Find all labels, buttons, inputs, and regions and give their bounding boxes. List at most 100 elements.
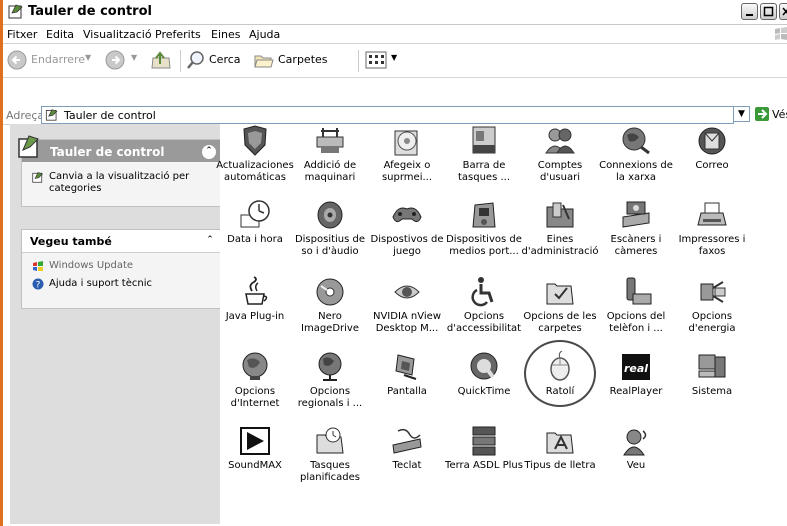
item-game-controllers[interactable]: Dispostivos de juego	[369, 199, 445, 263]
folders-icon	[254, 55, 274, 68]
go-label[interactable]: Vés	[772, 108, 787, 121]
back-dropdown-icon[interactable]: ▼	[85, 53, 91, 62]
item-display[interactable]: Pantalla	[369, 351, 445, 415]
see-also-panel-header[interactable]: Vegeu també ⌃	[22, 230, 223, 253]
item-speech[interactable]: Veu	[598, 425, 674, 489]
forward-dropdown-icon[interactable]: ▼	[131, 53, 137, 62]
views-button[interactable]: ▼	[365, 50, 401, 69]
accessibility-icon	[471, 277, 494, 307]
item-power-options[interactable]: Opcions d'energia	[674, 276, 750, 340]
item-quicktime[interactable]: QuickTime	[446, 351, 522, 415]
admin-tools-icon	[546, 202, 574, 228]
search-button[interactable]: Cerca	[186, 50, 246, 69]
folders-button[interactable]: Carpetes	[253, 50, 331, 68]
scanner-icon	[622, 201, 650, 228]
item-realplayer[interactable]: real RealPlayer	[598, 351, 674, 415]
printer-icon	[697, 202, 727, 226]
network-globe-icon	[622, 127, 650, 155]
control-panel-panel-title: Tauler de control	[50, 145, 165, 159]
item-add-remove-programs[interactable]: Afegeix o suprmei...	[369, 125, 445, 189]
nvidia-icon	[394, 285, 420, 299]
window-title: Tauler de control	[28, 4, 152, 19]
menu-edita[interactable]: Edita	[46, 28, 74, 41]
power-icon	[700, 281, 726, 303]
forward-button[interactable]: ▼	[105, 50, 143, 70]
item-automatic-updates[interactable]: Actualizaciones automáticas	[216, 125, 294, 189]
item-phone-modem-options[interactable]: Opcions del telèfon i ...	[598, 276, 674, 340]
item-fonts[interactable]: Tipus de lletra	[522, 425, 598, 489]
windows-update-icon	[33, 261, 43, 271]
speaker-icon	[317, 201, 343, 229]
menu-visualitzacio[interactable]: Visualització	[83, 28, 152, 41]
up-folder-icon[interactable]	[150, 50, 172, 72]
help-and-support-link[interactable]: ? Ajuda i suport tècnic	[32, 278, 217, 292]
users-icon	[545, 128, 575, 154]
windows-update-link[interactable]: Windows Update	[32, 260, 217, 274]
maximize-button[interactable]	[760, 3, 777, 20]
cd-box-icon	[394, 130, 418, 156]
close-icon	[782, 7, 787, 16]
item-printers-faxes[interactable]: Impressores i faxos	[674, 199, 750, 263]
control-panel-small-icon	[32, 172, 44, 183]
display-icon	[395, 354, 417, 380]
item-administrative-tools[interactable]: Eines d'administració	[522, 199, 598, 263]
minimize-icon	[746, 14, 753, 16]
maximize-icon	[763, 6, 774, 17]
item-system[interactable]: Sistema	[674, 351, 750, 415]
menu-fitxer[interactable]: Fitxer	[7, 28, 37, 41]
see-also-panel: Vegeu també ⌃ Windows Update ? Ajuda i s…	[21, 229, 224, 309]
menu-ajuda[interactable]: Ajuda	[249, 28, 280, 41]
item-add-hardware[interactable]: Addició de maquinari	[292, 125, 368, 189]
menu-preferits[interactable]: Preferits	[155, 28, 201, 41]
views-grid-icon	[365, 51, 387, 69]
item-regional-options[interactable]: Opcions regionals i ...	[292, 351, 368, 415]
item-scheduled-tasks[interactable]: Tasques planificades	[292, 425, 368, 489]
item-scanners-cameras[interactable]: Escàners i càmeres	[598, 199, 674, 263]
minimize-button[interactable]	[741, 3, 758, 20]
mail-icon	[698, 127, 726, 155]
item-nvidia-nview[interactable]: NVIDIA nView Desktop M...	[369, 276, 445, 340]
switch-to-category-view-link[interactable]: Canvia a la visualització per categories	[32, 171, 217, 201]
address-input[interactable]: Tauler de control	[41, 106, 734, 124]
back-arrow-icon	[7, 50, 27, 70]
item-folder-options[interactable]: Opcions de les carpetes	[522, 276, 598, 340]
item-java-plugin[interactable]: Java Plug-in	[217, 276, 293, 340]
go-button[interactable]	[755, 107, 769, 121]
item-taskbar-start-menu[interactable]: Barra de tasques ...	[446, 125, 522, 189]
control-panel-icon	[8, 4, 23, 19]
speech-icon	[623, 429, 647, 456]
back-button[interactable]: Endarrere ▼	[7, 50, 95, 70]
item-date-time[interactable]: Data i hora	[217, 199, 293, 263]
item-portable-media-devices[interactable]: Dispositivos de medios port...	[446, 199, 522, 263]
go-arrow-icon	[758, 109, 768, 119]
views-dropdown-icon: ▼	[391, 53, 398, 62]
item-network-connections[interactable]: Connexions de la xarxa	[598, 125, 674, 189]
menu-bar: Fitxer Edita Visualització Preferits Ein…	[3, 25, 787, 44]
keyboard-icon	[392, 428, 422, 454]
java-icon	[245, 276, 268, 305]
item-sounds-audio[interactable]: Dispositius de so i d'àudio	[292, 199, 368, 263]
scheduled-tasks-icon	[316, 427, 344, 454]
item-user-accounts[interactable]: Comptes d'usuari	[522, 125, 598, 189]
item-keyboard[interactable]: Teclat	[369, 425, 445, 489]
item-mail[interactable]: Correo	[674, 125, 750, 189]
close-button[interactable]	[779, 3, 787, 20]
system-icon	[698, 354, 726, 378]
toolbar: Endarrere ▼ ▼ Cerca Carpetes ▼	[3, 44, 787, 78]
item-nero-imagedrive[interactable]: Nero ImageDrive	[292, 276, 368, 340]
item-accessibility-options[interactable]: Opcions d'accessibilitat	[446, 276, 522, 340]
item-soundmax[interactable]: SoundMAX	[217, 425, 293, 489]
collapse-chevron-icon[interactable]: ⌃	[201, 144, 217, 160]
menu-eines[interactable]: Eines	[211, 28, 240, 41]
terra-adsl-icon	[472, 426, 496, 456]
title-bar[interactable]: Tauler de control	[3, 0, 787, 25]
svg-text:?: ?	[36, 281, 41, 291]
item-terra-adsl-plus[interactable]: Terra ASDL Plus	[445, 425, 523, 489]
task-pane: Tauler de control ⌃ Canvia a la visualit…	[10, 124, 224, 524]
control-panel-panel-header[interactable]: Tauler de control ⌃	[18, 135, 223, 162]
control-panel-large-icon	[18, 135, 39, 158]
item-internet-options[interactable]: Opcions d'Internet	[217, 351, 293, 415]
address-dropdown-button[interactable]: ▼	[733, 106, 750, 122]
chevron-down-icon: ▼	[738, 109, 745, 119]
soundmax-icon	[240, 427, 270, 455]
